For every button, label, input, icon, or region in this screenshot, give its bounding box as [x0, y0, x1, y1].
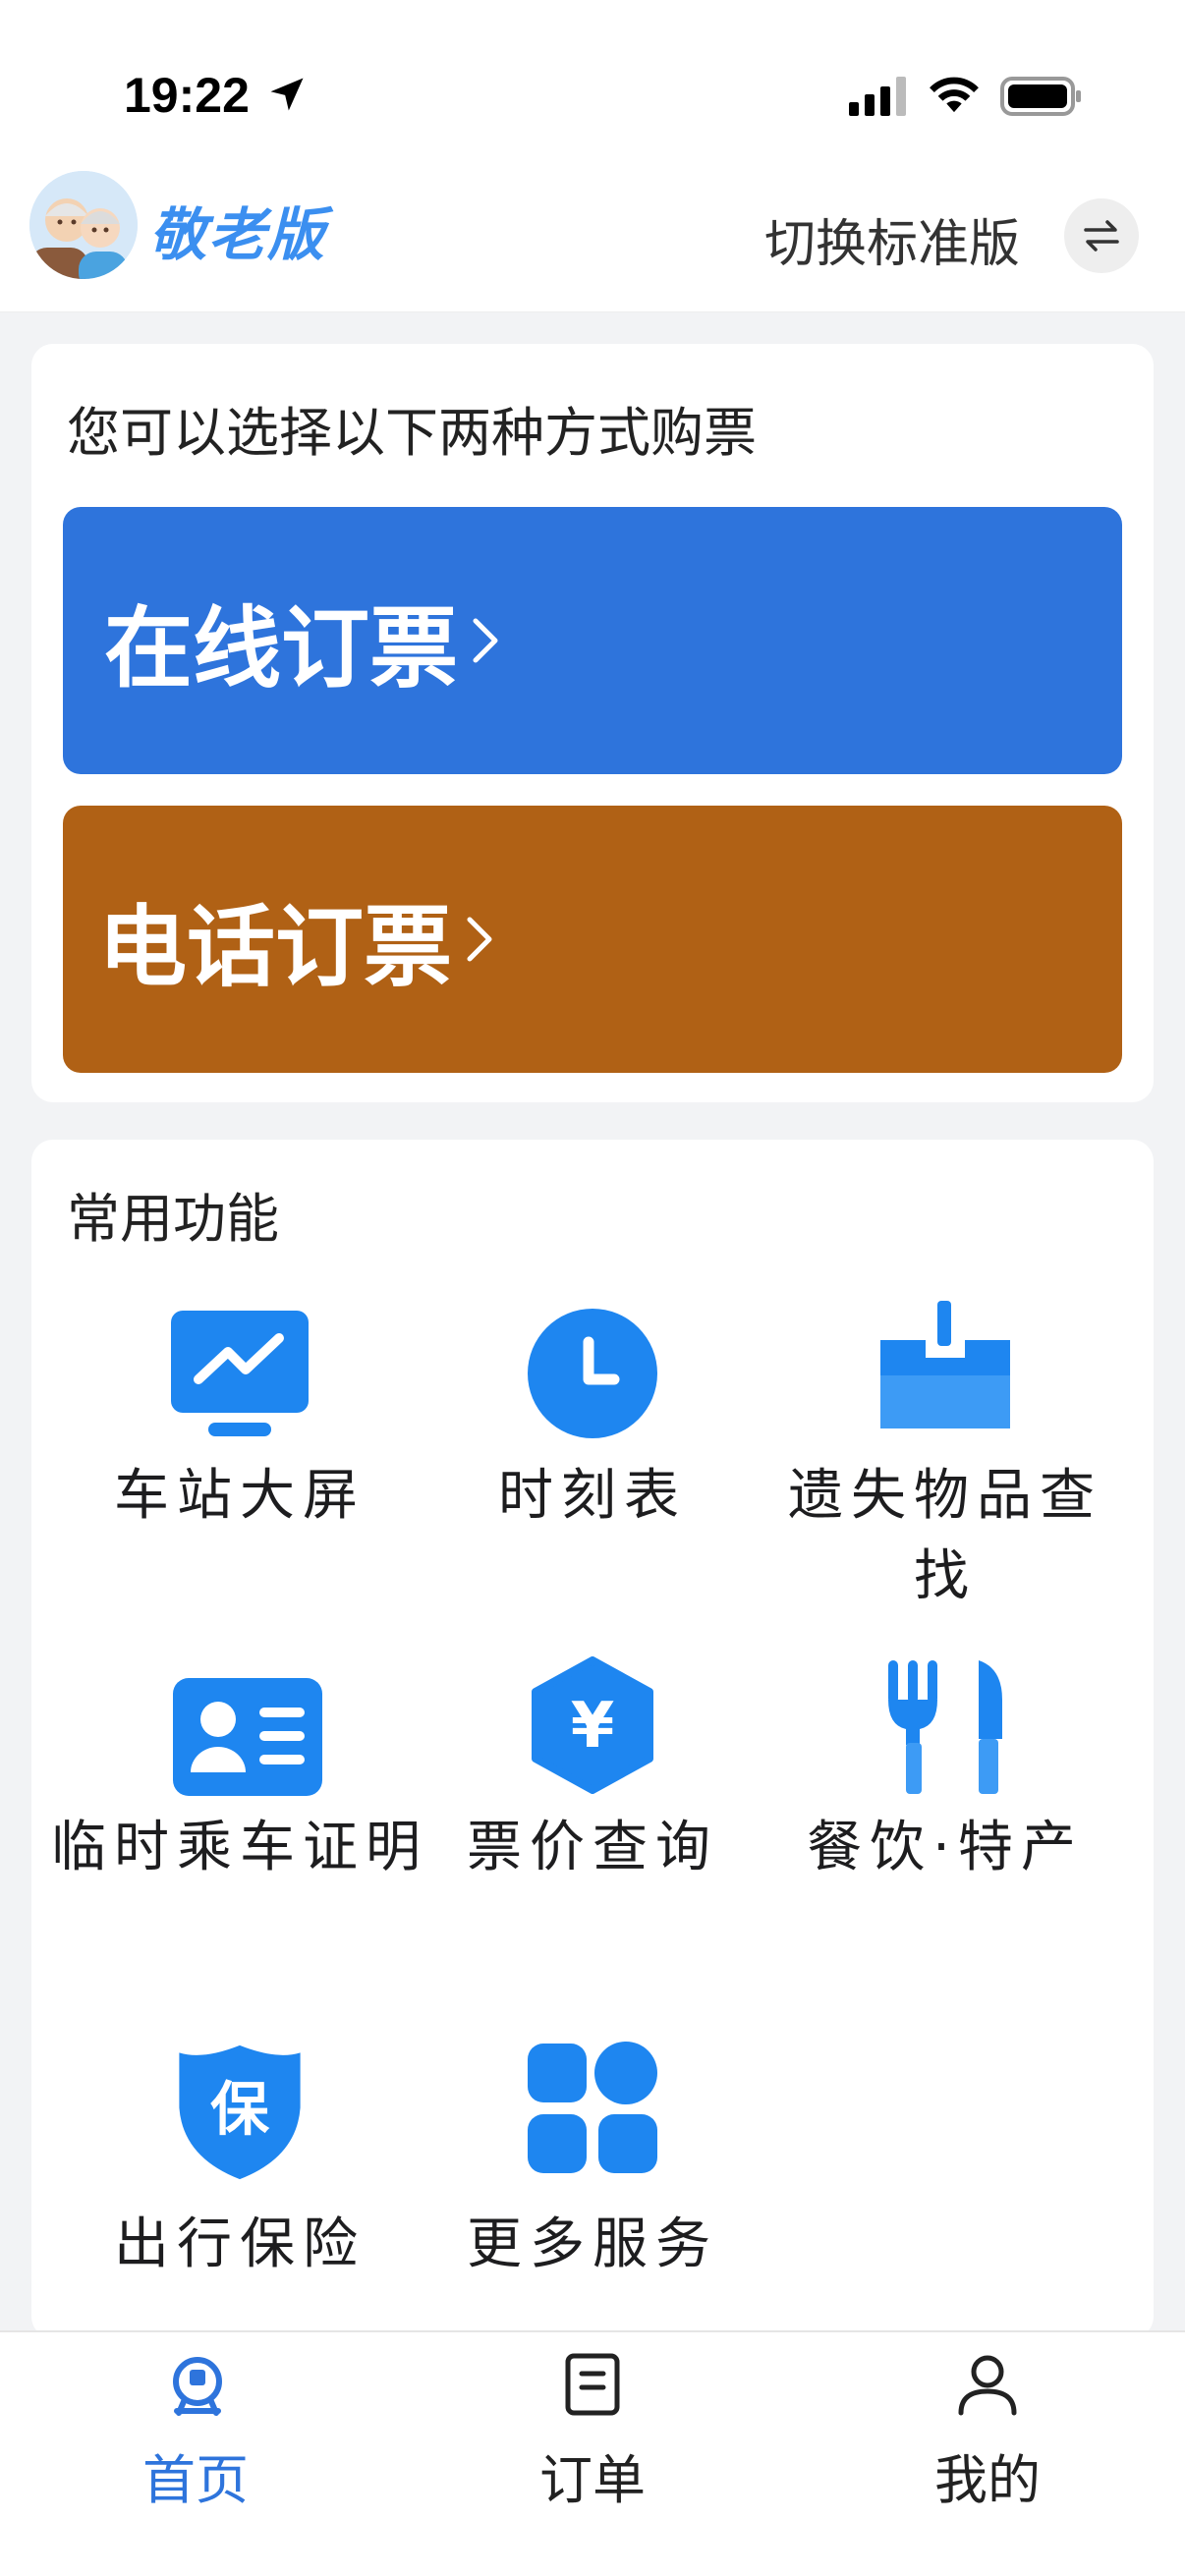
tab-label: 订单: [539, 2449, 646, 2511]
booking-card: 您可以选择以下两种方式购票 在线订票 电话订票: [31, 344, 1154, 1102]
wifi-icon: [930, 77, 979, 113]
function-station-screen[interactable]: 车站大屏: [63, 1307, 417, 1621]
signal-icon: [849, 77, 906, 116]
elderly-couple-logo-icon: [29, 171, 138, 279]
logo-text: 敬老版: [149, 201, 327, 268]
id-card-icon: [173, 1678, 322, 1796]
chevron-right-icon: [473, 618, 498, 663]
function-dining-specialty[interactable]: 餐饮·特产: [768, 1660, 1122, 1906]
switch-standard-label[interactable]: 切换标准版: [764, 202, 1020, 276]
function-travel-insurance[interactable]: 保 出行保险: [63, 2044, 417, 2279]
phone-booking-button[interactable]: 电话订票: [63, 806, 1122, 1073]
location-arrow-icon: [270, 78, 304, 111]
order-document-icon: [565, 2353, 620, 2416]
app-header: 敬老版 切换标准版: [0, 167, 1185, 312]
battery-icon: [1000, 77, 1081, 116]
function-label: 更多服务: [467, 2212, 718, 2276]
common-functions-card: 常用功能 车站大屏 时刻表 遗失物品查找 临时乘车证明 ¥ 票价查询 餐饮·特产…: [31, 1140, 1154, 2338]
tab-label: 我的: [934, 2449, 1041, 2511]
function-fare-query[interactable]: ¥ 票价查询: [416, 1656, 769, 1906]
functions-title: 常用功能: [67, 1188, 279, 1250]
lost-box-icon: [880, 1301, 1010, 1428]
phone-booking-label: 电话订票: [98, 896, 452, 999]
function-label: 出行保险: [114, 2212, 366, 2276]
yuan-hexagon-icon: ¥: [532, 1656, 653, 1794]
shield-insurance-icon: 保: [179, 2044, 301, 2180]
tab-orders[interactable]: 订单: [395, 2332, 790, 2511]
function-more-services[interactable]: 更多服务: [416, 2042, 769, 2279]
tab-label: 首页: [142, 2449, 249, 2511]
svg-text:保: 保: [210, 2077, 270, 2145]
user-icon: [958, 2355, 1017, 2416]
svg-text:¥: ¥: [571, 1690, 615, 1763]
online-booking-button[interactable]: 在线订票: [63, 507, 1122, 774]
grid-apps-icon: [528, 2042, 657, 2173]
swap-icon: [1084, 220, 1119, 252]
tab-home[interactable]: 首页: [0, 2332, 395, 2511]
booking-title: 您可以选择以下两种方式购票: [67, 402, 757, 464]
tab-mine[interactable]: 我的: [790, 2332, 1185, 2511]
monitor-chart-icon: [171, 1311, 309, 1436]
home-train-icon: [173, 2357, 222, 2416]
function-timetable[interactable]: 时刻表: [416, 1307, 769, 1621]
function-label: 时刻表: [498, 1464, 687, 1528]
bottom-tab-bar: 首页 订单 我的: [0, 2330, 1185, 2576]
function-lost-found[interactable]: 遗失物品查找: [768, 1301, 1122, 1631]
function-label: 餐饮·特产: [807, 1816, 1084, 1879]
function-label: 遗失物品查找: [788, 1464, 1102, 1608]
function-temp-certificate[interactable]: 临时乘车证明: [51, 1670, 421, 1985]
chevron-right-icon: [467, 917, 492, 962]
clock-icon: [528, 1309, 657, 1438]
function-label: 票价查询: [467, 1816, 718, 1879]
function-label: 临时乘车证明: [51, 1816, 428, 1879]
function-label: 车站大屏: [114, 1464, 366, 1528]
fork-knife-icon: [888, 1660, 1002, 1794]
status-bar: 19:22: [0, 0, 1185, 167]
online-booking-label: 在线订票: [104, 597, 458, 700]
status-time: 19:22: [124, 68, 250, 123]
switch-standard-button[interactable]: [1064, 198, 1139, 273]
